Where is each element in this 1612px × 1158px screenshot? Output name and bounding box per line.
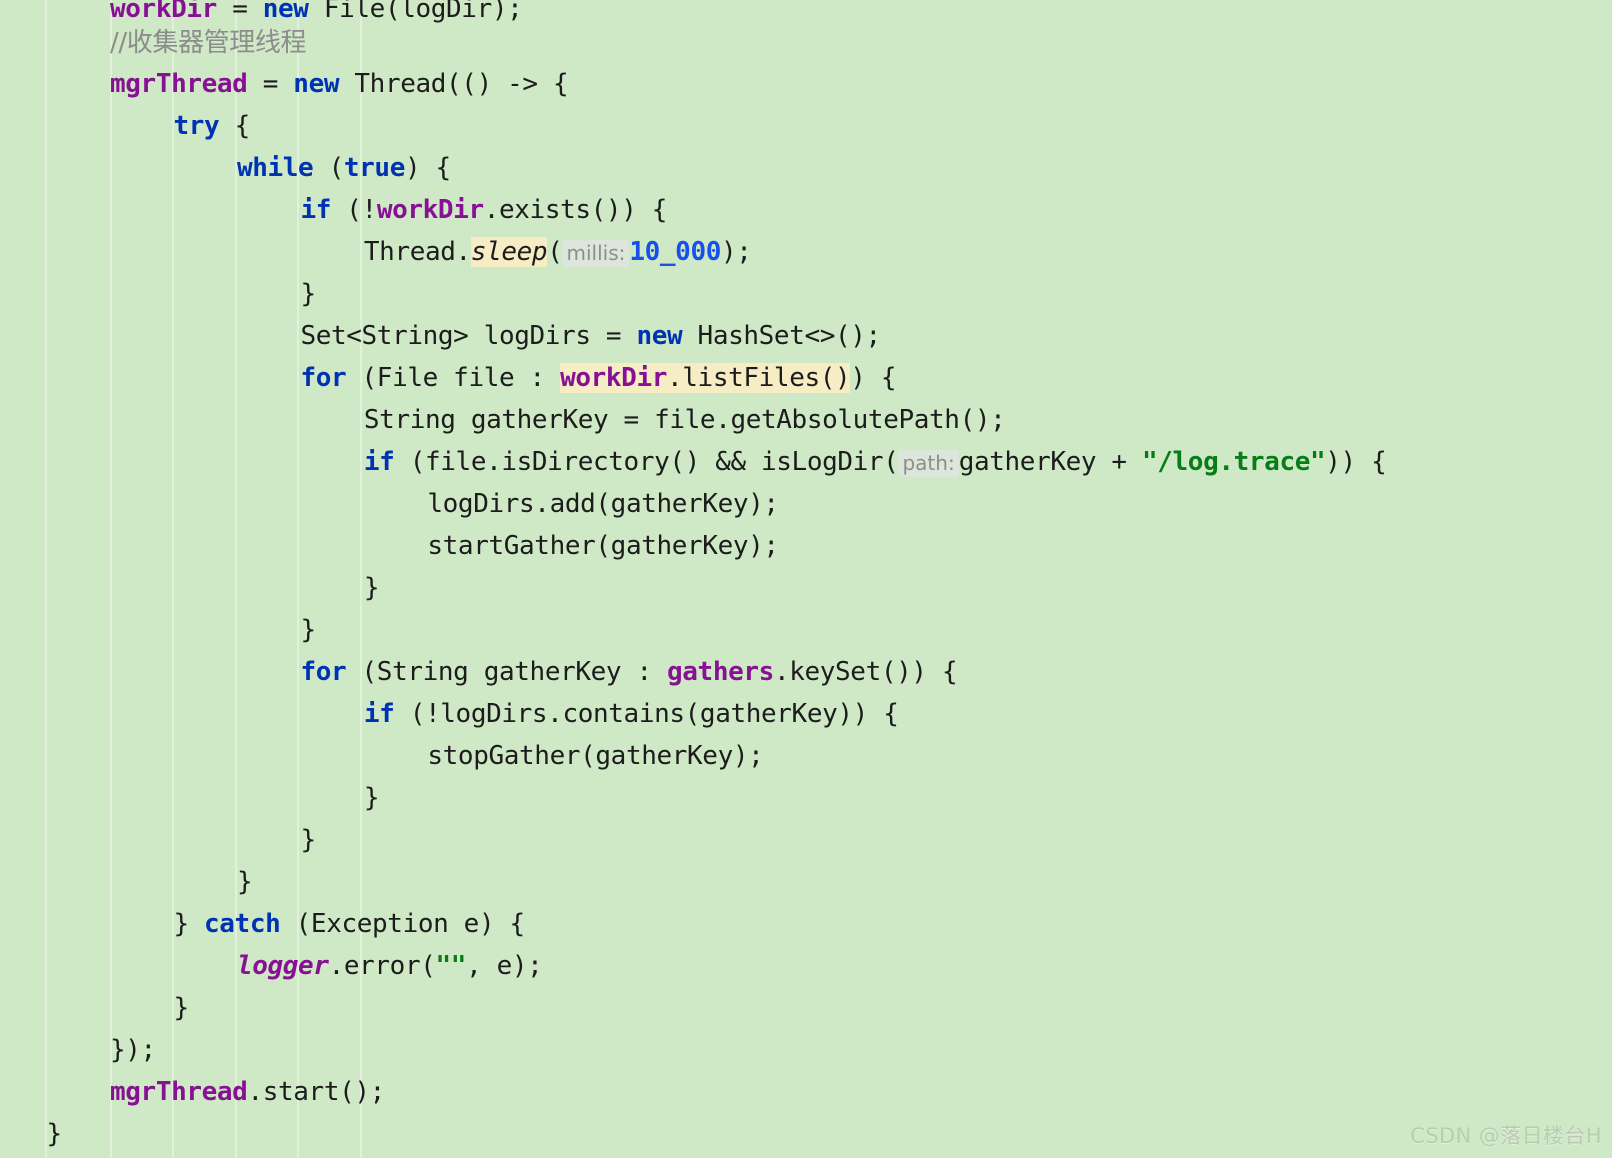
line-01-workdir-assign-tok-1: = xyxy=(216,0,263,24)
line-12-if-islogdir-tok-4: "/log.trace" xyxy=(1141,447,1326,477)
line-28-close-method[interactable]: } xyxy=(46,1113,63,1155)
line-25-close-catch-tok-0: } xyxy=(173,993,189,1023)
line-12-if-islogdir-tok-0: if xyxy=(363,447,395,477)
line-10-for-file[interactable]: for (File file : workDir.listFiles()) { xyxy=(300,357,897,399)
line-18-if-not-contains[interactable]: if (!logDirs.contains(gatherKey)) { xyxy=(364,693,899,735)
line-18-if-not-contains-tok-0: if xyxy=(363,699,395,729)
line-10-for-file-tok-2: workDir xyxy=(560,363,668,393)
line-04-try-tok-1: { xyxy=(219,111,251,141)
line-05-while-true-tok-2: true xyxy=(343,153,405,183)
line-17-for-gatherkey-tok-3: .keySet()) { xyxy=(773,657,958,687)
line-07-thread-sleep-tok-2: ( xyxy=(547,237,563,267)
line-11-gatherkey[interactable]: String gatherKey = file.getAbsolutePath(… xyxy=(363,399,1006,441)
line-07-thread-sleep-tok-0: Thread. xyxy=(363,237,471,267)
line-12-if-islogdir-tok-5: )) { xyxy=(1325,447,1387,477)
line-23-catch-tok-1: catch xyxy=(204,909,281,939)
line-02-comment[interactable]: //收集器管理线程 xyxy=(110,22,306,64)
line-13-logdirs-add-tok-0: logDirs.add(gatherKey); xyxy=(427,489,779,519)
line-10-for-file-tok-3: .listFiles() xyxy=(667,363,851,393)
line-08-close-if-tok-0: } xyxy=(300,279,316,309)
line-09-set-logdirs[interactable]: Set<String> logDirs = new HashSet<>(); xyxy=(300,315,882,357)
line-20-close-if3-tok-0: } xyxy=(363,783,380,813)
line-12-if-islogdir-tok-2: path: xyxy=(898,450,959,477)
line-27-mgrthread-start-tok-1: .start(); xyxy=(247,1077,385,1107)
line-07-thread-sleep-tok-4: 10_000 xyxy=(629,237,721,267)
line-07-thread-sleep-tok-1: sleep xyxy=(470,237,548,267)
line-23-catch-tok-2: (Exception e) { xyxy=(280,909,525,939)
line-24-logger-error[interactable]: logger.error("", e); xyxy=(236,945,543,987)
line-28-close-method-tok-0: } xyxy=(46,1119,63,1149)
line-01-workdir-assign-tok-3: File(logDir); xyxy=(308,0,523,24)
line-01-workdir-assign-tok-2: new xyxy=(262,0,309,24)
line-06-if-workdir-exists[interactable]: if (!workDir.exists()) { xyxy=(300,189,667,231)
line-03-mgrthread-new[interactable]: mgrThread = new Thread(() -> { xyxy=(110,63,569,105)
line-17-for-gatherkey-tok-2: gathers xyxy=(667,657,774,687)
line-04-try-tok-0: try xyxy=(173,111,220,141)
line-24-logger-error-tok-2: "" xyxy=(435,951,467,981)
line-12-if-islogdir-tok-1: (file.isDirectory() && isLogDir( xyxy=(394,447,899,477)
line-09-set-logdirs-tok-1: new xyxy=(636,321,683,351)
line-14-startgather-tok-0: startGather(gatherKey); xyxy=(427,531,779,561)
line-10-for-file-tok-4: ) { xyxy=(850,363,897,393)
line-16-close-for1-tok-0: } xyxy=(300,615,316,645)
line-24-logger-error-tok-0: logger xyxy=(236,951,329,981)
line-03-mgrthread-new-tok-3: Thread(() -> { xyxy=(339,69,569,99)
line-01-workdir-assign-tok-0: workDir xyxy=(110,0,217,24)
line-14-startgather[interactable]: startGather(gatherKey); xyxy=(427,525,779,567)
line-22-close-while-tok-0: } xyxy=(236,867,253,897)
line-27-mgrthread-start-tok-0: mgrThread xyxy=(110,1077,248,1107)
line-19-stopgather-tok-0: stopGather(gatherKey); xyxy=(427,741,764,771)
line-07-thread-sleep[interactable]: Thread.sleep(millis: 10_000); xyxy=(364,231,752,273)
line-04-try[interactable]: try { xyxy=(173,105,251,147)
line-17-for-gatherkey[interactable]: for (String gatherKey : gathers.keySet()… xyxy=(300,651,957,693)
line-23-catch[interactable]: } catch (Exception e) { xyxy=(173,903,525,945)
line-13-logdirs-add[interactable]: logDirs.add(gatherKey); xyxy=(427,483,779,525)
line-21-close-for2-tok-0: } xyxy=(300,825,316,855)
line-02-comment-tok-0: //收集器管理线程 xyxy=(110,28,307,58)
line-06-if-workdir-exists-tok-0: if xyxy=(300,195,331,225)
line-11-gatherkey-tok-0: String gatherKey = file.getAbsolutePath(… xyxy=(363,405,1006,435)
line-07-thread-sleep-tok-5: ); xyxy=(721,237,752,267)
line-24-logger-error-tok-3: , e); xyxy=(466,951,543,981)
line-18-if-not-contains-tok-1: (!logDirs.contains(gatherKey)) { xyxy=(394,699,899,729)
line-15-close-if2-tok-0: } xyxy=(363,573,380,603)
line-26-close-lambda-tok-0: }); xyxy=(110,1035,156,1065)
code-editor-viewport[interactable]: workDir = new File(logDir);//收集器管理线程 mgrT… xyxy=(0,0,1612,1158)
line-05-while-true[interactable]: while (true) { xyxy=(237,147,451,189)
line-10-for-file-tok-0: for xyxy=(300,363,347,393)
line-12-if-islogdir-tok-3: gatherKey + xyxy=(958,447,1142,477)
line-03-mgrthread-new-tok-0: mgrThread xyxy=(110,69,248,99)
line-05-while-true-tok-0: while xyxy=(236,153,314,183)
line-10-for-file-tok-1: (File file : xyxy=(346,363,561,393)
line-06-if-workdir-exists-tok-1: (! xyxy=(330,195,377,225)
line-12-if-islogdir[interactable]: if (file.isDirectory() && isLogDir(path:… xyxy=(363,441,1387,483)
line-23-catch-tok-0: } xyxy=(173,909,205,939)
line-21-close-for2[interactable]: } xyxy=(300,819,316,861)
line-26-close-lambda[interactable]: }); xyxy=(110,1029,156,1071)
line-03-mgrthread-new-tok-1: = xyxy=(247,69,294,99)
line-08-close-if[interactable]: } xyxy=(300,273,316,315)
line-05-while-true-tok-1: ( xyxy=(313,153,345,183)
line-27-mgrthread-start[interactable]: mgrThread.start(); xyxy=(110,1071,385,1113)
code-text-surface[interactable]: workDir = new File(logDir);//收集器管理线程 mgrT… xyxy=(0,0,1612,1158)
line-15-close-if2[interactable]: } xyxy=(363,567,380,609)
line-05-while-true-tok-3: ) { xyxy=(404,153,451,183)
line-22-close-while[interactable]: } xyxy=(236,861,253,903)
line-09-set-logdirs-tok-2: HashSet<>(); xyxy=(682,321,882,351)
line-20-close-if3[interactable]: } xyxy=(363,777,380,819)
line-24-logger-error-tok-1: .error( xyxy=(328,951,436,981)
line-06-if-workdir-exists-tok-3: .exists()) { xyxy=(483,195,668,225)
line-19-stopgather[interactable]: stopGather(gatherKey); xyxy=(427,735,763,777)
line-03-mgrthread-new-tok-2: new xyxy=(293,69,340,99)
line-17-for-gatherkey-tok-0: for xyxy=(300,657,347,687)
line-25-close-catch[interactable]: } xyxy=(173,987,189,1029)
line-17-for-gatherkey-tok-1: (String gatherKey : xyxy=(346,657,668,687)
line-09-set-logdirs-tok-0: Set<String> logDirs = xyxy=(300,321,637,351)
line-06-if-workdir-exists-tok-2: workDir xyxy=(376,195,484,225)
line-07-thread-sleep-tok-3: millis: xyxy=(562,240,630,267)
line-16-close-for1[interactable]: } xyxy=(300,609,316,651)
